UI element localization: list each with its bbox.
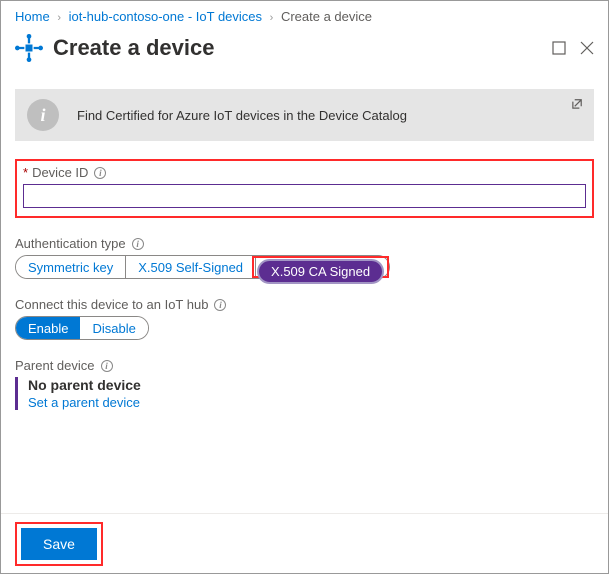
connect-pills: Enable Disable	[15, 316, 149, 340]
required-indicator: *	[23, 165, 28, 180]
help-icon[interactable]: i	[214, 299, 226, 311]
parent-device-section: Parent device i No parent device Set a p…	[15, 358, 594, 410]
auth-type-section: Authentication type i Symmetric key X.50…	[15, 236, 594, 279]
device-icon	[15, 34, 43, 62]
close-icon[interactable]	[580, 41, 594, 55]
help-icon[interactable]: i	[132, 238, 144, 250]
parent-device-label: Parent device i	[15, 358, 594, 373]
device-id-label: * Device ID i	[23, 165, 586, 180]
highlight-box: X.509 CA Signed	[252, 256, 389, 278]
page-header: Create a device	[1, 30, 608, 76]
set-parent-device-link[interactable]: Set a parent device	[28, 395, 594, 410]
info-banner[interactable]: i Find Certified for Azure IoT devices i…	[15, 89, 594, 141]
help-icon[interactable]: i	[94, 167, 106, 179]
breadcrumb: Home › iot-hub-contoso-one - IoT devices…	[1, 1, 608, 30]
maximize-icon[interactable]	[552, 41, 566, 55]
connect-label: Connect this device to an IoT hub i	[15, 297, 594, 312]
page-title: Create a device	[53, 35, 538, 61]
auth-type-pills: Symmetric key X.509 Self-Signed X.509 CA…	[15, 255, 390, 279]
auth-type-label: Authentication type i	[15, 236, 594, 251]
save-button[interactable]: Save	[21, 528, 97, 560]
footer: Save	[1, 513, 608, 573]
connect-disable[interactable]: Disable	[80, 317, 147, 339]
help-icon[interactable]: i	[101, 360, 113, 372]
parent-device-none: No parent device	[28, 377, 594, 393]
auth-x509-ca-signed[interactable]: X.509 CA Signed	[257, 259, 384, 284]
auth-x509-self-signed[interactable]: X.509 Self-Signed	[125, 256, 256, 278]
info-banner-text: Find Certified for Azure IoT devices in …	[77, 108, 407, 123]
breadcrumb-hub[interactable]: iot-hub-contoso-one - IoT devices	[69, 9, 262, 24]
info-icon: i	[27, 99, 59, 131]
auth-symmetric-key[interactable]: Symmetric key	[16, 256, 125, 278]
breadcrumb-current: Create a device	[281, 9, 372, 24]
device-id-input[interactable]	[23, 184, 586, 208]
highlight-box: Save	[15, 522, 103, 566]
chevron-right-icon: ›	[270, 12, 274, 24]
connect-section: Connect this device to an IoT hub i Enab…	[15, 297, 594, 340]
device-id-section: * Device ID i	[15, 159, 594, 218]
connect-enable[interactable]: Enable	[16, 317, 80, 339]
chevron-right-icon: ›	[57, 12, 61, 24]
external-link-icon	[571, 97, 584, 110]
breadcrumb-home[interactable]: Home	[15, 9, 50, 24]
